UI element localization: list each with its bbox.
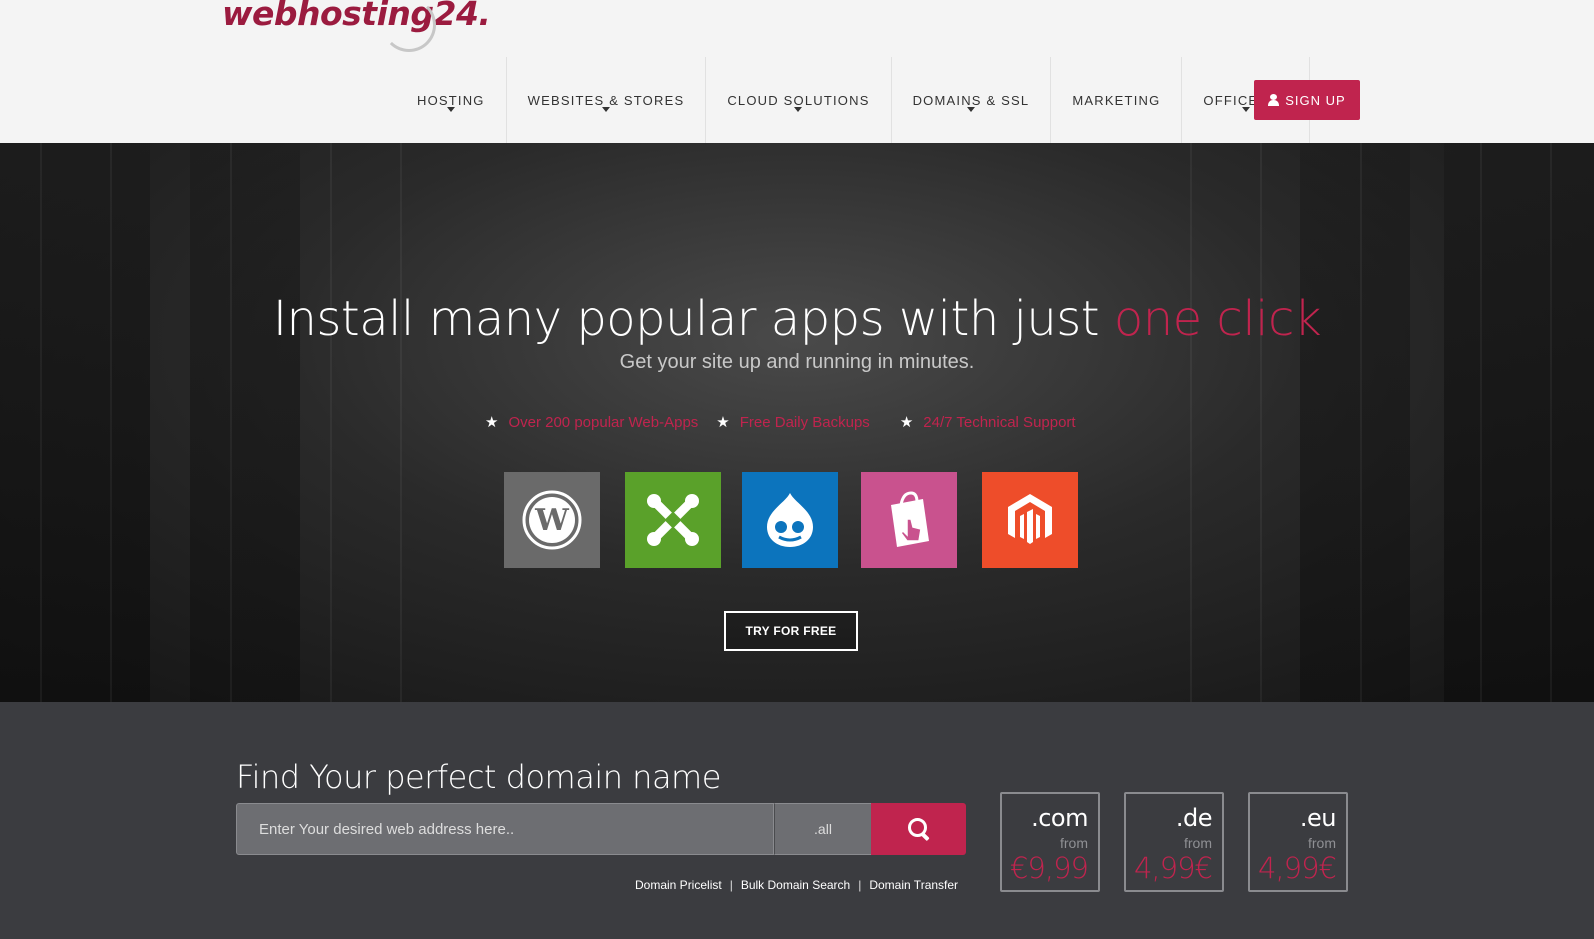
domain-search-input[interactable]: Enter Your desired web address here.. <box>236 803 774 855</box>
sign-up-label: SIGN UP <box>1285 92 1346 108</box>
svg-text:W: W <box>534 503 570 538</box>
nav-item-marketing[interactable]: MARKETING <box>1051 57 1183 143</box>
tld-price: €9,99 <box>1009 851 1089 885</box>
caret-down-icon <box>446 107 455 112</box>
joomla-icon <box>647 494 699 546</box>
tld-from-label: from <box>1060 835 1088 851</box>
nav-item-cloud-solutions[interactable]: CLOUD SOLUTIONS <box>706 57 892 143</box>
app-tiles: W <box>504 472 1103 568</box>
feature-item: ★ Free Daily Backups <box>716 413 870 432</box>
link-separator: | <box>858 878 862 892</box>
hero-banner: Install many popular apps with just one … <box>0 143 1594 702</box>
domain-search-button[interactable] <box>871 803 966 855</box>
caret-down-icon <box>601 107 610 112</box>
feature-label: Free Daily Backups <box>739 413 870 431</box>
star-icon: ★ <box>716 414 730 431</box>
feature-label: 24/7 Technical Support <box>923 413 1076 431</box>
feature-label: Over 200 popular Web-Apps <box>508 413 699 431</box>
tld-price: 4,99€ <box>1133 851 1213 885</box>
domain-pricelist-link[interactable]: Domain Pricelist <box>635 878 722 892</box>
logo-text: webhosting24. <box>222 0 491 33</box>
search-icon <box>907 818 930 840</box>
logo-ring-icon <box>382 0 436 52</box>
tld-from-label: from <box>1184 835 1212 851</box>
tld-card-de[interactable]: .de from 4,99€ <box>1124 792 1224 892</box>
magento-tile[interactable] <box>982 472 1078 568</box>
logo[interactable]: webhosting24. <box>222 0 491 52</box>
domain-links: Domain Pricelist | Bulk Domain Search | … <box>635 878 958 892</box>
tld-name: .com <box>1031 804 1088 832</box>
magento-icon <box>1008 494 1052 544</box>
star-icon: ★ <box>899 414 914 431</box>
tld-card-com[interactable]: .com from €9,99 <box>1000 792 1100 892</box>
caret-down-icon <box>966 107 975 112</box>
hero-title: Install many popular apps with just one … <box>0 291 1594 347</box>
shopping-bag-icon <box>891 491 929 547</box>
nav-item-websites-stores[interactable]: WEBSITES & STORES <box>507 57 707 143</box>
tld-card-eu[interactable]: .eu from 4,99€ <box>1248 792 1348 892</box>
hero-title-accent: one click <box>1113 291 1322 347</box>
link-separator: | <box>729 878 733 892</box>
nav-label: HOSTING <box>417 92 485 108</box>
nav-label: WEBSITES & STORES <box>527 92 685 108</box>
feature-item: ★ Over 200 popular Web-Apps <box>485 413 699 432</box>
sign-up-button[interactable]: SIGN UP <box>1254 80 1360 120</box>
prestashop-tile[interactable] <box>861 472 957 568</box>
hero-title-main: Install many popular apps with just <box>272 291 1114 347</box>
tld-name: .de <box>1175 804 1213 832</box>
nav-item-hosting[interactable]: HOSTING <box>396 57 507 143</box>
bulk-domain-search-link[interactable]: Bulk Domain Search <box>741 878 850 892</box>
star-icon: ★ <box>485 414 499 431</box>
feature-item: ★ 24/7 Technical Support <box>899 413 1076 432</box>
domain-section-title: Find Your perfect domain name <box>236 758 721 796</box>
joomla-tile[interactable] <box>625 472 721 568</box>
drupal-icon <box>767 493 813 547</box>
try-for-free-button[interactable]: TRY FOR FREE <box>724 611 858 651</box>
domain-search-section: Find Your perfect domain name Enter Your… <box>0 702 1594 939</box>
caret-down-icon <box>794 107 803 112</box>
tld-name: .eu <box>1299 804 1337 832</box>
tld-from-label: from <box>1308 835 1336 851</box>
tld-price: 4,99€ <box>1257 851 1337 885</box>
caret-down-icon <box>1241 107 1250 112</box>
main-nav: HOSTING WEBSITES & STORES CLOUD SOLUTION… <box>396 57 1311 143</box>
nav-label: CLOUD SOLUTIONS <box>727 92 870 108</box>
nav-label: MARKETING <box>1072 92 1161 108</box>
nav-label: DOMAINS & SSL <box>912 92 1030 108</box>
nav-item-domains-ssl[interactable]: DOMAINS & SSL <box>892 57 1052 143</box>
feature-list: ★ Over 200 popular Web-Apps ★ Free Daily… <box>485 413 1094 432</box>
drupal-tile[interactable] <box>742 472 838 568</box>
domain-transfer-link[interactable]: Domain Transfer <box>869 878 958 892</box>
user-icon <box>1268 94 1280 106</box>
wordpress-icon: W <box>522 490 582 550</box>
hero-subtitle: Get your site up and running in minutes. <box>619 351 975 373</box>
tld-dropdown[interactable]: .all <box>774 803 871 855</box>
wordpress-tile[interactable]: W <box>504 472 600 568</box>
site-header: webhosting24. HOSTING WEBSITES & STORES … <box>0 0 1594 143</box>
